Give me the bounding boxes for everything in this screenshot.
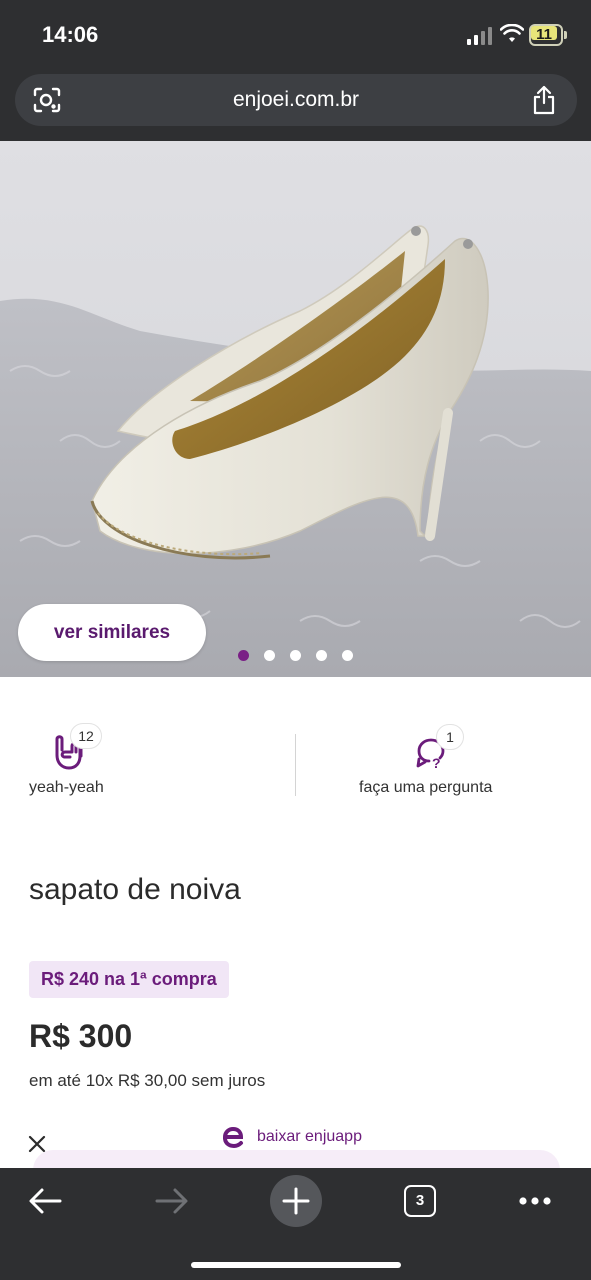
status-bar: 14:06 11 — [0, 0, 591, 70]
actions-divider — [295, 734, 296, 796]
battery-icon: 11 — [529, 24, 567, 46]
like-count-badge: 12 — [70, 723, 102, 749]
gallery-dot-1[interactable] — [238, 650, 249, 661]
product-title: sapato de noiva — [29, 873, 241, 906]
url-text[interactable]: enjoei.com.br — [15, 88, 577, 112]
see-similar-button[interactable]: ver similares — [18, 604, 206, 661]
status-time: 14:06 — [42, 22, 99, 47]
gallery-dot-4[interactable] — [316, 650, 327, 661]
share-icon[interactable] — [532, 85, 556, 115]
product-photo — [0, 141, 591, 677]
browser-top-chrome: 14:06 11 enjoei.com.br — [0, 0, 591, 141]
home-indicator[interactable] — [191, 1262, 401, 1268]
first-purchase-promo: R$ 240 na 1ª compra — [29, 961, 229, 998]
gallery-dot-2[interactable] — [264, 650, 275, 661]
question-label[interactable]: faça uma pergunta — [359, 779, 492, 797]
enjoei-logo-icon — [222, 1126, 244, 1149]
tabs-button[interactable]: 3 — [398, 1182, 442, 1220]
installments-text: em até 10x R$ 30,00 sem juros — [29, 1071, 266, 1090]
battery-level: 11 — [536, 26, 552, 43]
product-actions: 12 yeah-yeah ? 1 faça uma pergunta — [0, 677, 591, 817]
download-app-link[interactable]: baixar enjuapp — [257, 1128, 362, 1146]
plus-icon — [282, 1187, 310, 1215]
back-arrow-icon[interactable] — [24, 1182, 68, 1220]
address-bar[interactable]: enjoei.com.br — [15, 74, 577, 126]
new-tab-button[interactable] — [270, 1175, 322, 1227]
forward-arrow-icon[interactable] — [149, 1182, 193, 1220]
gallery-dot-5[interactable] — [342, 650, 353, 661]
tabs-count: 3 — [415, 1192, 425, 1209]
question-count-badge: 1 — [436, 724, 464, 750]
like-label[interactable]: yeah-yeah — [29, 779, 104, 797]
cellular-signal-icon — [467, 27, 493, 45]
ask-question-action[interactable]: ? 1 faça uma pergunta — [297, 677, 591, 817]
product-price: R$ 300 — [29, 1018, 133, 1054]
gallery-dot-3[interactable] — [290, 650, 301, 661]
svg-text:?: ? — [432, 755, 441, 769]
more-options-icon[interactable] — [513, 1182, 557, 1220]
wifi-icon — [500, 24, 524, 42]
product-image-gallery[interactable]: ver similares — [0, 141, 591, 677]
like-action[interactable]: 12 yeah-yeah — [0, 677, 295, 817]
